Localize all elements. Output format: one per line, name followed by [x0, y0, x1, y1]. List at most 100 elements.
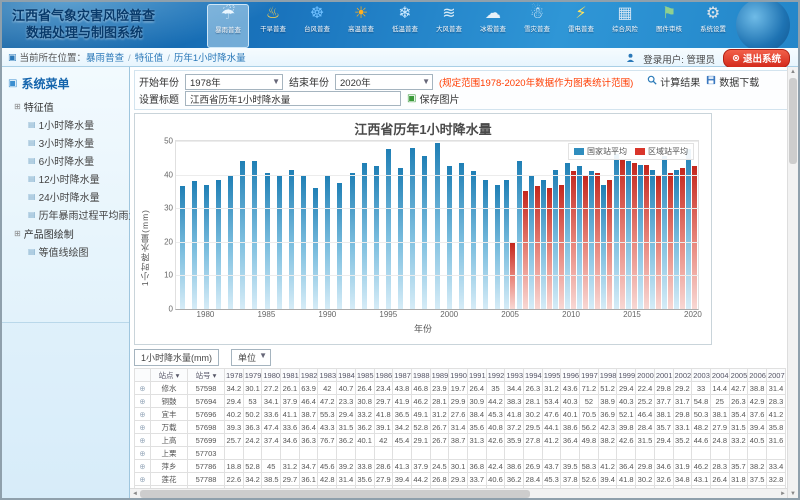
- station-column-header[interactable]: 站点 ▾: [151, 369, 188, 382]
- y-tick-label: 10: [164, 271, 173, 280]
- value-cell: 58.3: [580, 460, 599, 473]
- scroll-up-arrow[interactable]: ▲: [790, 67, 796, 77]
- save-image-button[interactable]: ▣ 保存图片: [407, 91, 459, 106]
- sidebar-item-6小时降水量[interactable]: ▤6小时降水量: [28, 153, 125, 168]
- legend-label: 区域站平均: [648, 146, 688, 157]
- sidebar-group-产品图绘制[interactable]: ⊞产品图绘制: [14, 226, 125, 241]
- row-expand-icon[interactable]: ⊕: [135, 434, 151, 447]
- toolbar-item-drought[interactable]: ♨干旱普查: [253, 4, 293, 46]
- value-cell: [281, 447, 300, 460]
- value-cell: 24.5: [430, 460, 449, 473]
- calculate-button[interactable]: 计算结果: [647, 74, 700, 89]
- toolbar-item-snow[interactable]: ☃雪灾普查: [517, 4, 557, 46]
- page-icon: ▤: [28, 156, 36, 165]
- start-year-select[interactable]: 1978年▼: [185, 74, 283, 90]
- vertical-scrollbar[interactable]: ▲ ▼: [787, 67, 798, 499]
- toolbar-item-composite-risk[interactable]: ▦综合风险: [605, 4, 645, 46]
- value-cell: 28.1: [524, 395, 543, 408]
- bar-group-2007: [528, 141, 540, 309]
- rainstorm-icon: ☔: [217, 5, 239, 25]
- value-cell: 29.3: [449, 473, 468, 486]
- row-expand-icon[interactable]: ⊕: [135, 473, 151, 486]
- end-year-select[interactable]: 2020年▼: [335, 74, 433, 90]
- value-cell: 28.4: [524, 473, 543, 486]
- year-column-header: 1996: [561, 369, 580, 382]
- save-disk-icon: [706, 75, 716, 88]
- row-expand-header: [135, 369, 151, 382]
- value-cell: 42.6: [486, 434, 505, 447]
- toolbar-item-low-temp[interactable]: ❄低温普查: [385, 4, 425, 46]
- value-cell: 45.3: [542, 473, 561, 486]
- toolbar-item-label: 干旱普查: [260, 24, 286, 33]
- horizontal-scrollbar[interactable]: ◄ ►: [130, 488, 788, 499]
- snow-icon: ☃: [526, 4, 548, 24]
- sidebar-item-1小时降水量[interactable]: ▤1小时降水量: [28, 117, 125, 132]
- national-avg-bar: [289, 170, 294, 309]
- sidebar-item-3小时降水量[interactable]: ▤3小时降水量: [28, 135, 125, 150]
- value-cell: 31.7: [673, 395, 692, 408]
- value-cell: 76.7: [318, 434, 337, 447]
- value-cell: 46.2: [692, 460, 711, 473]
- value-cell: 52.6: [580, 473, 599, 486]
- bar-group-1989: [310, 141, 322, 309]
- toolbar-item-typhoon[interactable]: ☸台风普查: [297, 4, 337, 46]
- toolbar-item-hail[interactable]: ☁冰雹普查: [473, 4, 513, 46]
- horizontal-scroll-thumb[interactable]: [140, 490, 530, 498]
- value-cell: 29.4: [617, 382, 636, 395]
- value-cell: 70.5: [580, 408, 599, 421]
- value-cell: [337, 447, 356, 460]
- value-cell: 33.1: [673, 421, 692, 434]
- breadcrumb-item[interactable]: 暴雨普查: [86, 53, 124, 64]
- row-expand-icon[interactable]: ⊕: [135, 382, 151, 395]
- row-expand-icon[interactable]: ⊕: [135, 460, 151, 473]
- y-tick-label: 20: [164, 237, 173, 246]
- regional-avg-bar: [535, 186, 540, 309]
- value-cell: [449, 447, 468, 460]
- sidebar-item-24小时降水量[interactable]: ▤24小时降水量: [28, 189, 125, 204]
- sidebar-tree: ⊞特征值 ▤1小时降水量 ▤3小时降水量 ▤6小时降水量 ▤12小时降水量 ▤24小时降水…: [6, 99, 125, 259]
- toolbar-item-high-temp[interactable]: ☀高温普查: [341, 4, 381, 46]
- national-avg-bar: [553, 170, 558, 309]
- sidebar-item-12小时降水量[interactable]: ▤12小时降水量: [28, 171, 125, 186]
- sidebar-item-等值线绘图[interactable]: ▤等值线绘图: [28, 244, 125, 259]
- row-expand-icon[interactable]: ⊕: [135, 447, 151, 460]
- national-avg-bar: [589, 171, 594, 309]
- chart-title-input[interactable]: 江西省历年1小时降水量: [185, 91, 401, 106]
- value-cell: 40.1: [355, 434, 374, 447]
- x-tick-label: 2020: [684, 310, 702, 319]
- station-id-cell: 57703: [188, 447, 225, 460]
- toolbar-item-gale[interactable]: ≋大风普查: [429, 4, 469, 46]
- unit-select[interactable]: 单位▼: [231, 349, 271, 366]
- scroll-left-arrow[interactable]: ◄: [130, 491, 140, 497]
- toolbar-item-label: 雪灾普查: [524, 24, 550, 33]
- row-expand-icon[interactable]: ⊕: [135, 395, 151, 408]
- value-cell: 25.2: [636, 395, 655, 408]
- hail-icon: ☁: [482, 4, 504, 24]
- vertical-scroll-thumb[interactable]: [789, 78, 797, 164]
- toolbar-item-system-settings[interactable]: ⚙系统设置: [693, 4, 733, 46]
- row-expand-icon[interactable]: ⊕: [135, 421, 151, 434]
- national-avg-bar: [483, 180, 488, 309]
- year-column-header: 1988: [411, 369, 430, 382]
- station-id-column-header[interactable]: 站号 ▾: [188, 369, 225, 382]
- row-expand-icon[interactable]: ⊕: [135, 408, 151, 421]
- national-avg-bar: [435, 143, 440, 309]
- toolbar-item-lightning[interactable]: ⚡雷电普查: [561, 4, 601, 46]
- value-cell: 27.2: [262, 382, 281, 395]
- bar-group-1994: [370, 141, 382, 309]
- breadcrumb-item[interactable]: 历年1小时降水量: [174, 53, 246, 64]
- logout-button[interactable]: ⊗ 退出系统: [723, 49, 790, 68]
- scroll-down-arrow[interactable]: ▼: [790, 489, 796, 499]
- value-cell: 43.6: [561, 382, 580, 395]
- chart-xticks: 198019851990199520002005201020152020: [175, 310, 699, 320]
- toolbar-item-rainstorm[interactable]: ☔暴雨普查: [207, 4, 249, 48]
- sidebar-item-历年暴雨过程平均雨量[interactable]: ▤历年暴雨过程平均雨量: [28, 207, 125, 222]
- bar-group-1984: [249, 141, 261, 309]
- table-row: ⊕修水5759834.230.127.226.163.94240.726.423…: [135, 382, 786, 395]
- breadcrumb-item[interactable]: 特征值: [135, 53, 164, 64]
- typhoon-icon: ☸: [306, 4, 328, 24]
- toolbar-item-map-review[interactable]: ⚑图件审核: [649, 4, 689, 46]
- download-button[interactable]: 数据下载: [706, 74, 759, 89]
- chevron-down-icon: ▼: [272, 77, 280, 86]
- sidebar-group-特征值[interactable]: ⊞特征值: [14, 99, 125, 114]
